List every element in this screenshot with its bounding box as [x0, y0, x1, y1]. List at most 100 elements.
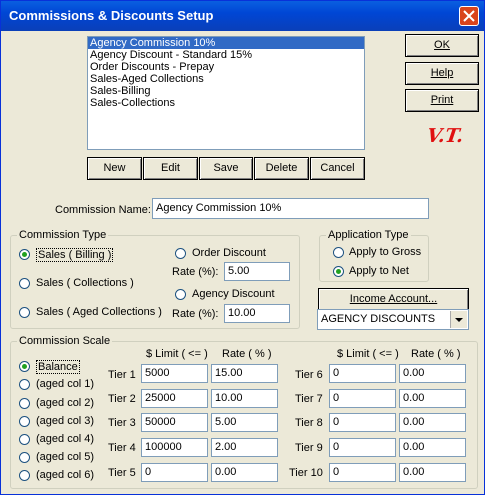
tier-rate-field[interactable]: 0.00	[399, 413, 466, 432]
save-label: Save	[213, 162, 239, 174]
order-discount-label[interactable]: Order Discount	[192, 247, 266, 259]
commission-name-field[interactable]: Agency Commission 10%	[152, 198, 429, 219]
edit-label: Edit	[161, 162, 180, 174]
delete-label: Delete	[265, 162, 298, 174]
new-button[interactable]: New	[87, 157, 142, 180]
sales-aged-radio[interactable]	[19, 307, 30, 318]
sales-collections-radio[interactable]	[19, 278, 30, 289]
new-label: New	[103, 162, 126, 174]
rate-header-left: Rate ( % )	[222, 348, 272, 360]
agency-discount-radio[interactable]	[175, 289, 186, 300]
aged-col-6-radio[interactable]	[19, 470, 30, 481]
balance-radio[interactable]	[19, 361, 30, 372]
aged-col-2-radio[interactable]	[19, 398, 30, 409]
tier-limit-field[interactable]: 25000	[141, 389, 208, 408]
list-item[interactable]: Sales-Billing	[88, 85, 364, 97]
tier-label: Tier 6	[295, 369, 323, 381]
window-title: Commissions & Discounts Setup	[9, 8, 214, 23]
close-button[interactable]	[459, 6, 479, 26]
tier-limit-field[interactable]: 0	[329, 364, 396, 383]
title-bar[interactable]: Commissions & Discounts Setup	[1, 1, 484, 31]
cancel-button[interactable]: Cancel	[310, 157, 365, 180]
tier-limit-field[interactable]: 0	[329, 463, 396, 482]
tier-label: Tier 1	[108, 369, 136, 381]
list-item[interactable]: Agency Commission 10%	[88, 37, 364, 49]
list-item[interactable]: Sales-Aged Collections	[88, 73, 364, 85]
aged-col-3-radio[interactable]	[19, 416, 30, 427]
order-discount-radio[interactable]	[175, 248, 186, 259]
sales-collections-label[interactable]: Sales ( Collections )	[36, 277, 134, 289]
tier-label: Tier 7	[295, 393, 323, 405]
tier-label: Tier 4	[108, 442, 136, 454]
tier-rate-field[interactable]: 0.00	[399, 463, 466, 482]
list-item[interactable]: Order Discounts - Prepay	[88, 61, 364, 73]
print-label: Print	[430, 94, 454, 106]
tier-limit-field[interactable]: 50000	[141, 413, 208, 432]
balance-label[interactable]: Balance	[36, 360, 80, 374]
agency-discount-label[interactable]: Agency Discount	[192, 288, 275, 300]
tier-rate-field[interactable]: 10.00	[211, 389, 278, 408]
aged-col-2-label[interactable]: (aged col 2)	[36, 397, 94, 409]
tier-limit-field[interactable]: 0	[141, 463, 208, 482]
sales-aged-label[interactable]: Sales ( Aged Collections )	[36, 306, 162, 318]
edit-button[interactable]: Edit	[143, 157, 198, 180]
close-icon	[463, 10, 475, 22]
apply-net-label[interactable]: Apply to Net	[349, 265, 409, 277]
commission-type-label: Commission Type	[17, 229, 109, 241]
tier-label: Tier 3	[108, 417, 136, 429]
income-account-button[interactable]: Income Account...	[318, 288, 469, 311]
tier-label: Tier 5	[108, 467, 136, 479]
tier-limit-field[interactable]: 0	[329, 413, 396, 432]
aged-col-5-label[interactable]: (aged col 5)	[36, 451, 94, 463]
aged-col-5-radio[interactable]	[19, 452, 30, 463]
sales-billing-label[interactable]: Sales ( Billing )	[36, 248, 114, 262]
delete-button[interactable]: Delete	[254, 157, 309, 180]
tier-limit-field[interactable]: 100000	[141, 438, 208, 457]
apply-net-radio[interactable]	[333, 266, 344, 277]
tier-limit-field[interactable]: 0	[329, 438, 396, 457]
tier-rate-field[interactable]: 0.00	[399, 389, 466, 408]
income-account-value: AGENCY DISCOUNTS	[321, 313, 436, 325]
aged-col-3-label[interactable]: (aged col 3)	[36, 415, 94, 427]
sales-billing-radio[interactable]	[19, 249, 30, 260]
aged-col-4-label[interactable]: (aged col 4)	[36, 433, 94, 445]
commission-list[interactable]: Agency Commission 10% Agency Discount - …	[87, 36, 365, 150]
tier-rate-field[interactable]: 0.00	[399, 364, 466, 383]
limit-header-right: $ Limit ( <= )	[337, 348, 399, 360]
ok-button[interactable]: OK	[405, 34, 479, 57]
limit-header-left: $ Limit ( <= )	[146, 348, 208, 360]
tier-rate-field[interactable]: 0.00	[211, 463, 278, 482]
save-button[interactable]: Save	[199, 157, 253, 180]
dialog-window: Commissions & Discounts Setup Agency Com…	[0, 0, 485, 495]
income-account-select[interactable]: AGENCY DISCOUNTS	[317, 309, 469, 330]
tier-label: Tier 2	[108, 393, 136, 405]
apply-gross-label[interactable]: Apply to Gross	[349, 246, 421, 258]
apply-gross-radio[interactable]	[333, 247, 344, 258]
aged-col-6-label[interactable]: (aged col 6)	[36, 469, 94, 481]
tier-label: Tier 9	[295, 442, 323, 454]
chevron-down-icon	[455, 318, 463, 322]
commission-scale-label: Commission Scale	[17, 335, 113, 347]
agency-rate-field[interactable]: 10.00	[224, 304, 290, 323]
aged-col-4-radio[interactable]	[19, 434, 30, 445]
tier-limit-field[interactable]: 5000	[141, 364, 208, 383]
tier-rate-field[interactable]: 0.00	[399, 438, 466, 457]
tier-rate-field[interactable]: 5.00	[211, 413, 278, 432]
aged-col-1-label[interactable]: (aged col 1)	[36, 378, 94, 390]
rate-header-right: Rate ( % )	[411, 348, 461, 360]
list-item[interactable]: Sales-Collections	[88, 97, 364, 109]
print-button[interactable]: Print	[405, 89, 479, 112]
help-button[interactable]: Help	[405, 62, 479, 85]
help-label: Help	[430, 67, 454, 79]
tier-label: Tier 10	[289, 467, 323, 479]
order-rate-label: Rate (%):	[172, 266, 219, 278]
agency-rate-label: Rate (%):	[172, 308, 219, 320]
dropdown-button[interactable]	[450, 311, 467, 328]
tier-limit-field[interactable]: 0	[329, 389, 396, 408]
aged-col-1-radio[interactable]	[19, 379, 30, 390]
order-rate-field[interactable]: 5.00	[224, 262, 290, 281]
list-item[interactable]: Agency Discount - Standard 15%	[88, 49, 364, 61]
commission-name-label: Commission Name:	[55, 204, 151, 216]
tier-rate-field[interactable]: 15.00	[211, 364, 278, 383]
tier-rate-field[interactable]: 2.00	[211, 438, 278, 457]
